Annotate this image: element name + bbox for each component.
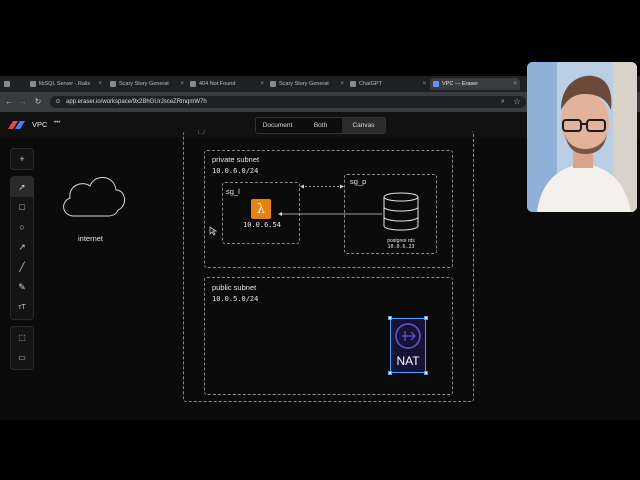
close-icon[interactable]: × bbox=[260, 81, 264, 87]
document-title[interactable]: VPC bbox=[32, 120, 47, 129]
site-info-icon[interactable]: ⊙ bbox=[53, 97, 63, 107]
close-icon[interactable]: × bbox=[98, 81, 102, 87]
add-toolbar: + bbox=[10, 148, 34, 170]
add-icon[interactable]: + bbox=[11, 149, 33, 169]
browser-tab[interactable]: libSQL Server - Rails × bbox=[30, 78, 102, 90]
pinned-tab[interactable] bbox=[4, 78, 22, 90]
site-favicon-icon bbox=[30, 81, 36, 87]
frame-icon[interactable]: ⬚ bbox=[11, 327, 33, 347]
nat-gateway-icon bbox=[395, 323, 421, 349]
mouse-cursor-icon bbox=[209, 226, 218, 236]
resize-handle[interactable] bbox=[424, 371, 428, 375]
sg-link-connector[interactable] bbox=[300, 184, 344, 189]
lambda-icon[interactable]: λ bbox=[251, 199, 271, 219]
vpc-frame-corner: └ ┘ bbox=[196, 131, 207, 137]
page-footer-area bbox=[0, 420, 640, 480]
pointer-icon[interactable]: ➚ bbox=[11, 177, 33, 197]
resize-handle[interactable] bbox=[388, 316, 392, 320]
public-subnet-cidr: 10.0.5.0/24 bbox=[212, 295, 259, 303]
resize-handle[interactable] bbox=[424, 316, 428, 320]
webcam-overlay bbox=[527, 62, 637, 212]
site-favicon-icon bbox=[190, 81, 196, 87]
lambda-to-db-connector[interactable] bbox=[278, 212, 382, 216]
pen-icon[interactable]: ✎ bbox=[11, 277, 33, 297]
close-icon[interactable]: × bbox=[513, 81, 517, 87]
site-favicon-icon bbox=[110, 81, 116, 87]
eraser-logo-icon bbox=[8, 121, 25, 129]
site-favicon-icon bbox=[433, 81, 439, 87]
comment-icon[interactable]: ▭ bbox=[11, 347, 33, 367]
resize-handle[interactable] bbox=[388, 371, 392, 375]
close-icon[interactable]: × bbox=[340, 81, 344, 87]
presenter-video bbox=[527, 62, 637, 212]
url-text: app.eraser.io/workspace/9x2BhGUrJsceZRmq… bbox=[66, 99, 207, 105]
circle-icon[interactable]: ○ bbox=[11, 217, 33, 237]
private-subnet-cidr: 10.0.6.0/24 bbox=[212, 167, 259, 175]
drawing-toolbar: ➚ □ ○ ↗ ╱ ✎ ᴛT bbox=[10, 176, 34, 320]
app-favicon-icon bbox=[4, 81, 10, 87]
text-icon[interactable]: ᴛT bbox=[11, 297, 33, 317]
arrow-icon[interactable]: ↗ bbox=[11, 237, 33, 257]
internet-label: internet bbox=[78, 234, 104, 243]
private-subnet-title: private subnet bbox=[212, 155, 260, 164]
close-icon[interactable]: × bbox=[180, 81, 184, 87]
browser-tab[interactable]: Scary Story Generat × bbox=[110, 78, 184, 90]
browser-tab[interactable]: Scary Story Generat × bbox=[270, 78, 344, 90]
browser-tab[interactable]: 404 Not Found × bbox=[190, 78, 264, 90]
site-favicon-icon bbox=[350, 81, 356, 87]
sg-l-title: sg_l bbox=[226, 187, 240, 196]
more-options-icon[interactable]: ••• bbox=[54, 120, 60, 126]
zoom-icon[interactable]: ⌕ bbox=[498, 97, 508, 107]
extra-toolbar: ⬚ ▭ bbox=[10, 326, 34, 370]
site-favicon-icon bbox=[270, 81, 276, 87]
nat-label: NAT bbox=[396, 354, 420, 368]
forward-icon[interactable]: → bbox=[18, 97, 28, 107]
rectangle-icon[interactable]: □ bbox=[11, 197, 33, 217]
close-icon[interactable]: × bbox=[422, 81, 426, 87]
line-icon[interactable]: ╱ bbox=[11, 257, 33, 277]
sg-l-ip: 10.0.6.54 bbox=[243, 221, 281, 229]
reload-icon[interactable]: ↻ bbox=[33, 97, 43, 107]
back-icon[interactable]: ← bbox=[4, 97, 14, 107]
browser-tab-active[interactable]: VPC — Eraser × bbox=[430, 78, 520, 90]
public-subnet-title: public subnet bbox=[212, 283, 257, 292]
database-ip: 10.0.6.23 bbox=[387, 244, 415, 250]
browser-tab[interactable]: ChatGPT × bbox=[350, 78, 426, 90]
bookmark-star-icon[interactable]: ☆ bbox=[512, 97, 522, 107]
cloud-icon[interactable] bbox=[58, 168, 128, 222]
connectors bbox=[278, 184, 382, 216]
